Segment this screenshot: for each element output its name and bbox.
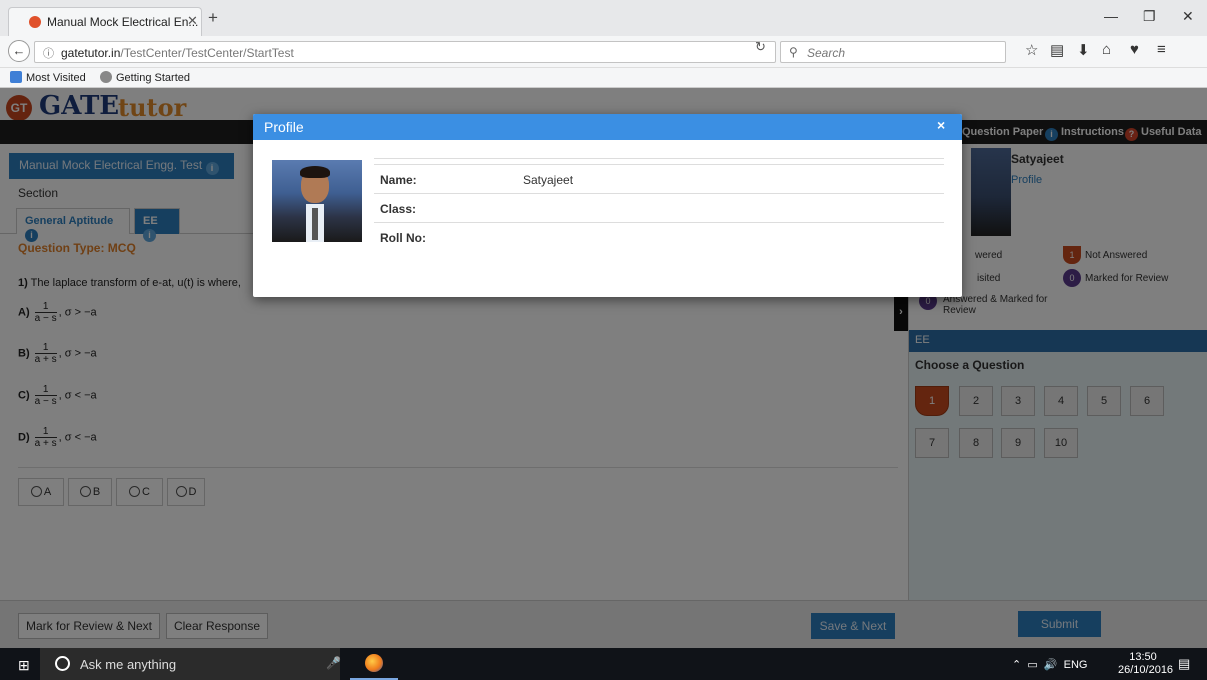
table-row: Name: Satyajeet xyxy=(374,164,944,193)
profile-photo xyxy=(272,160,362,242)
back-arrow-icon[interactable]: ← xyxy=(8,40,30,62)
search-placeholder: Search xyxy=(807,46,846,60)
close-window-icon[interactable]: ✕ xyxy=(1182,8,1194,25)
url-text: gatetutor.in/TestCenter/TestCenter/Start… xyxy=(61,46,294,60)
bookmark-getting-started[interactable]: Getting Started xyxy=(116,72,190,84)
minimize-icon[interactable]: — xyxy=(1104,8,1118,24)
close-tab-icon[interactable]: ✕ xyxy=(187,13,198,29)
windows-taskbar: ⊞ Ask me anything 🎤 ⌃ ▭ 🔊 ENG 13:50 26/10… xyxy=(0,648,1207,680)
bookmarks-toolbar: Most Visited Getting Started xyxy=(0,68,1207,88)
firefox-icon xyxy=(365,654,383,672)
tab-title: Manual Mock Electrical En... xyxy=(47,15,199,29)
cortana-search[interactable]: Ask me anything 🎤 xyxy=(40,648,341,680)
browser-tab-bar: Manual Mock Electrical En... ✕ + — ❐ ✕ xyxy=(0,0,1207,36)
cortana-icon xyxy=(55,656,70,671)
most-visited-icon xyxy=(10,71,22,83)
bookmark-most-visited[interactable]: Most Visited xyxy=(26,72,86,84)
firefox-taskbar-button[interactable] xyxy=(350,648,398,680)
new-tab-icon[interactable]: + xyxy=(208,8,218,28)
notification-icon[interactable]: ▤ xyxy=(1178,656,1190,672)
system-tray[interactable]: ⌃ ▭ 🔊 ENG xyxy=(1012,658,1088,671)
getting-started-icon xyxy=(100,71,112,83)
language-indicator[interactable]: ENG xyxy=(1064,659,1088,671)
table-row: Class: xyxy=(374,193,944,222)
address-bar[interactable]: ⓘ gatetutor.in/TestCenter/TestCenter/Sta… xyxy=(34,41,776,63)
search-input[interactable]: ⚲ Search xyxy=(780,41,1006,63)
search-icon: ⚲ xyxy=(789,45,798,59)
bookmark-star-icon[interactable]: ☆ xyxy=(1025,41,1038,59)
close-icon[interactable]: × xyxy=(937,117,945,133)
modal-title: Profile xyxy=(264,119,304,135)
pocket-icon[interactable]: ♥ xyxy=(1130,41,1139,58)
download-icon[interactable]: ⬇ xyxy=(1077,41,1090,59)
profile-details-table: Name: Satyajeet Class: Roll No: xyxy=(374,158,944,251)
home-icon[interactable]: ⌂ xyxy=(1102,41,1111,58)
microphone-icon[interactable]: 🎤 xyxy=(326,656,341,670)
browser-tab[interactable]: Manual Mock Electrical En... ✕ xyxy=(8,7,202,36)
info-icon[interactable]: ⓘ xyxy=(43,45,54,61)
restore-icon[interactable]: ❐ xyxy=(1143,8,1156,25)
menu-icon[interactable]: ≡ xyxy=(1157,41,1166,58)
reading-list-icon[interactable]: ▤ xyxy=(1050,41,1064,59)
site-favicon-icon xyxy=(29,16,41,28)
windows-start-icon[interactable]: ⊞ xyxy=(18,657,30,674)
table-row: Roll No: xyxy=(374,222,944,251)
modal-header: Profile × xyxy=(253,114,962,140)
reload-icon[interactable]: ↻ xyxy=(755,39,766,55)
profile-modal: Profile × Name: Satyajeet Class: Roll No: xyxy=(253,114,962,297)
cortana-placeholder: Ask me anything xyxy=(80,657,177,672)
clock[interactable]: 13:50 26/10/2016 xyxy=(1118,651,1173,677)
